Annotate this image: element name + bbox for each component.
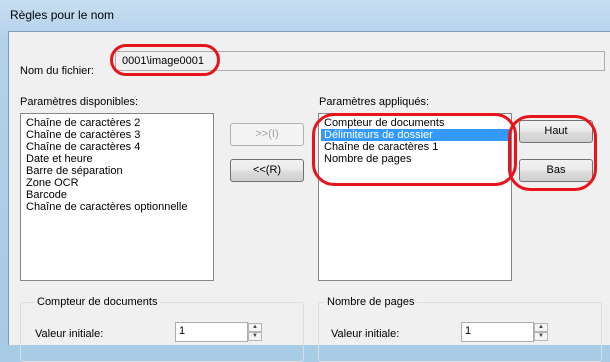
list-item[interactable]: Chaîne de caractères optionnelle bbox=[23, 201, 211, 213]
counter-spinner[interactable]: ▲ ▼ bbox=[248, 323, 262, 341]
filename-label: Nom du fichier: bbox=[20, 65, 94, 77]
list-item[interactable]: Chaîne de caractères 2 bbox=[23, 117, 211, 129]
applied-params-list[interactable]: Compteur de documents Délimiteurs de dos… bbox=[318, 113, 512, 281]
list-item[interactable]: Date et heure bbox=[23, 153, 211, 165]
list-item[interactable]: Nombre de pages bbox=[321, 153, 509, 165]
add-param-button[interactable]: >>(I) bbox=[230, 123, 304, 146]
move-down-button[interactable]: Bas bbox=[519, 159, 593, 182]
counter-initial-input[interactable]: 1 bbox=[175, 322, 248, 342]
applied-params-label: Paramètres appliqués: bbox=[319, 96, 430, 108]
list-item[interactable]: Barre de séparation bbox=[23, 165, 211, 177]
dialog-window: Règles pour le nom Nom du fichier: 0001\… bbox=[0, 0, 610, 362]
available-params-label: Paramètres disponibles: bbox=[20, 96, 139, 108]
filename-field: 0001\image0001 bbox=[115, 51, 605, 71]
pages-spinner[interactable]: ▲ ▼ bbox=[534, 323, 548, 341]
pages-initial-input[interactable]: 1 bbox=[461, 322, 534, 342]
spin-up-icon[interactable]: ▲ bbox=[534, 323, 548, 332]
list-item-selected[interactable]: Délimiteurs de dossier bbox=[321, 129, 509, 141]
move-up-button[interactable]: Haut bbox=[519, 120, 593, 143]
list-item[interactable]: Chaîne de caractères 3 bbox=[23, 129, 211, 141]
spin-up-icon[interactable]: ▲ bbox=[248, 323, 262, 332]
list-item[interactable]: Compteur de documents bbox=[321, 117, 509, 129]
list-item[interactable]: Barcode bbox=[23, 189, 211, 201]
available-params-list[interactable]: Chaîne de caractères 2 Chaîne de caractè… bbox=[20, 113, 214, 281]
dialog-body: Nom du fichier: 0001\image0001 Paramètre… bbox=[8, 31, 610, 362]
list-item[interactable]: Zone OCR bbox=[23, 177, 211, 189]
pages-initial-label: Valeur initiale: bbox=[331, 328, 400, 340]
title-bar[interactable]: Règles pour le nom bbox=[0, 0, 610, 30]
list-item[interactable]: Chaîne de caractères 1 bbox=[321, 141, 509, 153]
remove-param-button[interactable]: <<(R) bbox=[230, 159, 304, 182]
list-item[interactable]: Chaîne de caractères 4 bbox=[23, 141, 211, 153]
counter-group-title: Compteur de documents bbox=[34, 296, 161, 308]
spin-down-icon[interactable]: ▼ bbox=[534, 332, 548, 341]
spin-down-icon[interactable]: ▼ bbox=[248, 332, 262, 341]
pages-group-title: Nombre de pages bbox=[324, 296, 418, 308]
counter-initial-label: Valeur initiale: bbox=[35, 328, 104, 340]
window-title: Règles pour le nom bbox=[10, 8, 115, 22]
